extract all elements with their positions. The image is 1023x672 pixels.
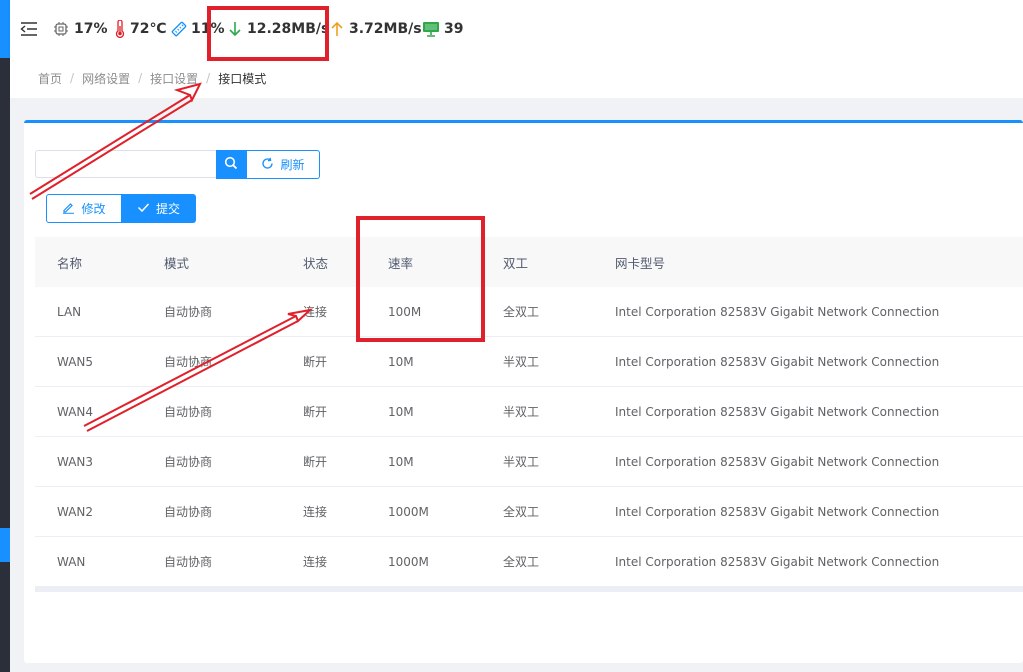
column-name[interactable]: 名称 [35, 253, 143, 272]
arrow-down-icon [228, 21, 242, 37]
breadcrumb-separator: / [206, 71, 211, 85]
cell-duplex: 全双工 [503, 505, 540, 519]
upload-speed: 3.72MB/s [330, 0, 422, 58]
cell-nic-model: Intel Corporation 82583V Gigabit Network… [615, 404, 940, 419]
download-value: 12.28MB/s [247, 21, 330, 37]
monitor-icon [422, 21, 440, 37]
cell-nic-model: Intel Corporation 82583V Gigabit Network… [615, 304, 940, 319]
sidebar-edge [0, 0, 10, 672]
check-icon [137, 201, 156, 217]
submit-label: 提交 [155, 202, 180, 216]
table-row[interactable]: WAN3 自动协商 断开 10M 半双工 Intel Corporation 8… [35, 437, 1023, 487]
top-status-bar: 17% 72℃ 11% 12.28MB/s 3.72MB/s 39 [10, 0, 1023, 58]
temperature: 72℃ [114, 0, 166, 58]
table-row[interactable]: WAN2 自动协商 连接 1000M 全双工 Intel Corporation… [35, 487, 1023, 537]
column-mode[interactable]: 模式 [143, 253, 281, 272]
column-nic-model[interactable]: 网卡型号 [593, 253, 1023, 272]
cell-nic-model: Intel Corporation 82583V Gigabit Network… [615, 354, 940, 369]
cell-name: WAN2 [57, 504, 94, 519]
cell-status: 断开 [303, 455, 328, 469]
cell-duplex: 全双工 [503, 555, 540, 569]
cpu-usage: 17% [53, 0, 108, 58]
cell-speed: 10M [388, 404, 414, 419]
breadcrumb: 首页 / 网络设置 / 接口设置 / 接口模式 [10, 58, 1023, 98]
breadcrumb-network[interactable]: 网络设置 [82, 70, 130, 87]
table-row[interactable]: WAN5 自动协商 断开 10M 半双工 Intel Corporation 8… [35, 337, 1023, 387]
cell-nic-model: Intel Corporation 82583V Gigabit Network… [615, 554, 940, 569]
search-input[interactable] [35, 150, 217, 178]
cell-mode: 自动协商 [164, 505, 213, 519]
cell-status: 连接 [303, 305, 328, 319]
arrow-up-icon [330, 21, 344, 37]
search-icon [224, 155, 238, 174]
cell-nic-model: Intel Corporation 82583V Gigabit Network… [615, 454, 940, 469]
search-button[interactable] [216, 150, 246, 179]
cell-speed: 10M [388, 354, 414, 369]
cell-status: 连接 [303, 555, 328, 569]
table-row[interactable]: WAN4 自动协商 断开 10M 半双工 Intel Corporation 8… [35, 387, 1023, 437]
cpu-chip-icon [53, 21, 69, 37]
cell-duplex: 半双工 [503, 355, 540, 369]
submit-button[interactable]: 提交 [121, 194, 196, 223]
sidebar-active-top [0, 0, 10, 58]
table-header: 名称 模式 状态 速率 双工 网卡型号 [35, 237, 1023, 287]
cell-name: LAN [57, 304, 82, 319]
cell-mode: 自动协商 [164, 305, 213, 319]
column-duplex[interactable]: 双工 [481, 253, 593, 272]
client-count: 39 [422, 0, 463, 58]
column-speed[interactable]: 速率 [366, 253, 481, 272]
upload-value: 3.72MB/s [349, 21, 422, 37]
cell-status: 断开 [303, 405, 328, 419]
refresh-icon [261, 157, 280, 173]
memory-usage: 11% [170, 0, 225, 58]
cell-mode: 自动协商 [164, 405, 213, 419]
cell-name: WAN4 [57, 404, 94, 419]
cell-name: WAN3 [57, 454, 94, 469]
column-status[interactable]: 状态 [281, 253, 366, 272]
table-scrollbar[interactable] [35, 587, 1023, 592]
cell-name: WAN [57, 554, 86, 569]
thermometer-icon [114, 20, 126, 38]
cell-speed: 10M [388, 454, 414, 469]
refresh-label: 刷新 [280, 158, 305, 172]
cell-speed: 1000M [388, 554, 429, 569]
edit-button[interactable]: 修改 [46, 194, 122, 223]
sidebar-active-item [0, 528, 10, 562]
cell-mode: 自动协商 [164, 455, 213, 469]
breadcrumb-separator: / [70, 71, 75, 85]
client-count-value: 39 [444, 21, 464, 37]
cell-name: WAN5 [57, 354, 94, 369]
edit-label: 修改 [81, 202, 106, 216]
menu-fold-icon[interactable] [20, 0, 38, 58]
cell-mode: 自动协商 [164, 555, 213, 569]
cell-duplex: 半双工 [503, 455, 540, 469]
breadcrumb-home[interactable]: 首页 [38, 70, 62, 87]
breadcrumb-separator: / [138, 71, 143, 85]
breadcrumb-interface[interactable]: 接口设置 [150, 70, 198, 87]
table-row[interactable]: LAN 自动协商 连接 100M 全双工 Intel Corporation 8… [35, 287, 1023, 337]
interface-table: 名称 模式 状态 速率 双工 网卡型号 LAN 自动协商 连接 100M 全双工… [35, 237, 1023, 592]
memory-stick-icon [170, 20, 188, 38]
breadcrumb-current: 接口模式 [218, 71, 267, 86]
refresh-button[interactable]: 刷新 [246, 150, 320, 179]
cell-mode: 自动协商 [164, 355, 213, 369]
cell-nic-model: Intel Corporation 82583V Gigabit Network… [615, 504, 940, 519]
cell-status: 连接 [303, 505, 328, 519]
cell-speed: 100M [388, 304, 422, 319]
cell-status: 断开 [303, 355, 328, 369]
table-row[interactable]: WAN 自动协商 连接 1000M 全双工 Intel Corporation … [35, 537, 1023, 587]
cell-duplex: 全双工 [503, 305, 540, 319]
edit-icon [62, 201, 81, 217]
temperature-value: 72℃ [130, 21, 167, 37]
cpu-value: 17% [74, 21, 108, 37]
download-speed: 12.28MB/s [228, 0, 329, 58]
cell-speed: 1000M [388, 504, 429, 519]
memory-value: 11% [191, 21, 225, 37]
cell-duplex: 半双工 [503, 405, 540, 419]
